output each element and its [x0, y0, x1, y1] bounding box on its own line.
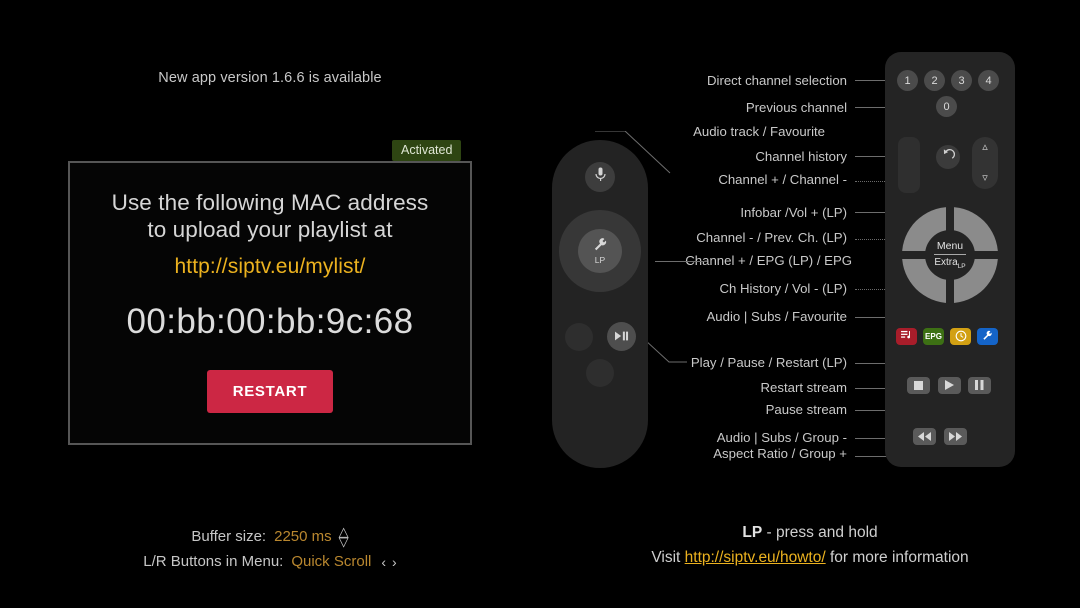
visit-prefix: Visit: [651, 549, 685, 566]
rewind-button[interactable]: [913, 428, 936, 445]
fast-forward-icon: [949, 428, 962, 446]
rewind-icon: [918, 428, 931, 446]
voice-remote-dpad[interactable]: LP: [559, 210, 641, 292]
buffer-size-stepper[interactable]: △ ▽: [339, 525, 349, 548]
menu-extra-button[interactable]: Menu ExtraLP: [925, 230, 975, 280]
leader-play-pause-restart-left: [645, 340, 687, 368]
pause-icon: [975, 377, 984, 395]
color-button-timer[interactable]: [950, 328, 971, 345]
tv-remote-body: 1 2 3 4 0 ▵ ▿ Menu ExtraLP EPG: [885, 52, 1015, 467]
buffer-size-row: Buffer size: 2250 ms △ ▽: [0, 524, 540, 549]
voice-remote-body: LP: [552, 140, 648, 468]
number-button-1[interactable]: 1: [897, 70, 918, 91]
chevron-left-icon[interactable]: ‹: [381, 554, 386, 570]
chevron-right-icon[interactable]: ›: [392, 554, 397, 570]
status-badge: Activated: [392, 140, 462, 161]
number-button-4[interactable]: 4: [978, 70, 999, 91]
microphone-button[interactable]: [585, 162, 615, 192]
voice-remote-center-button[interactable]: LP: [578, 229, 622, 273]
color-button-epg[interactable]: EPG: [923, 328, 944, 345]
fast-forward-button[interactable]: [944, 428, 967, 445]
wrench-icon: [593, 237, 608, 257]
mac-panel-heading-line2: to upload your playlist at: [147, 217, 393, 243]
visit-suffix: for more information: [825, 549, 969, 566]
lp-abbr: LP: [742, 524, 763, 541]
play-button[interactable]: [938, 377, 961, 394]
mac-panel-heading: Use the following MAC address to upload …: [112, 189, 429, 244]
chevron-up-icon[interactable]: ▵: [982, 142, 988, 153]
play-pause-icon: [614, 328, 629, 346]
mac-address-value: 00:bb:00:bb:9c:68: [126, 301, 414, 341]
howto-link[interactable]: http://siptv.eu/howto/: [685, 549, 826, 566]
back-arrow-icon: [942, 148, 955, 166]
voice-remote-center-lp-label: LP: [594, 255, 606, 265]
mac-panel-heading-line1: Use the following MAC address: [111, 190, 429, 215]
pause-button[interactable]: [968, 377, 991, 394]
wheel-extra-label: ExtraLP: [934, 257, 966, 270]
wheel-menu-label: Menu: [936, 240, 964, 252]
lp-legend: LP - press and hold: [540, 524, 1080, 542]
playlist-music-icon: [900, 330, 913, 343]
callout-previous-channel: Previous channel: [745, 100, 847, 115]
lr-buttons-label: L/R Buttons in Menu:: [143, 553, 284, 570]
lr-buttons-row: L/R Buttons in Menu: Quick Scroll ‹ ›: [0, 549, 540, 574]
update-notice: New app version 1.6.6 is available: [158, 70, 382, 86]
number-button-0[interactable]: 0: [936, 96, 957, 117]
buffer-size-value: 2250 ms: [274, 528, 332, 545]
chevron-down-icon[interactable]: ▽: [339, 534, 349, 548]
footer-section: LP - press and hold Visit http://siptv.e…: [540, 524, 1080, 567]
wrench-icon: [982, 330, 993, 343]
clock-icon: [955, 330, 967, 344]
number-button-3[interactable]: 3: [951, 70, 972, 91]
settings-section: Buffer size: 2250 ms △ ▽ L/R Buttons in …: [0, 524, 540, 574]
buffer-size-label: Buffer size:: [191, 528, 267, 545]
leader-channel-plus-epg: [655, 261, 705, 262]
channel-updown-rocker[interactable]: ▵ ▿: [972, 137, 998, 189]
number-button-2[interactable]: 2: [924, 70, 945, 91]
stop-icon: [914, 377, 923, 395]
lr-buttons-stepper[interactable]: ‹ ›: [381, 554, 396, 570]
color-button-settings[interactable]: [977, 328, 998, 345]
voice-remote-left-button[interactable]: [565, 323, 593, 351]
channel-history-button[interactable]: [936, 145, 960, 169]
chevron-down-icon[interactable]: ▿: [982, 173, 988, 184]
navigation-wheel[interactable]: Menu ExtraLP: [902, 207, 998, 303]
wheel-divider: [934, 254, 966, 255]
play-icon: [945, 377, 954, 395]
color-button-playlist[interactable]: [896, 328, 917, 345]
voice-remote-play-pause-button[interactable]: [607, 322, 636, 351]
lp-description: - press and hold: [762, 524, 878, 541]
mute-pill-button[interactable]: [898, 137, 920, 193]
howto-line: Visit http://siptv.eu/howto/ for more in…: [540, 549, 1080, 567]
mac-address-panel: Use the following MAC address to upload …: [68, 161, 472, 445]
lr-buttons-value: Quick Scroll: [291, 553, 372, 570]
stop-button[interactable]: [907, 377, 930, 394]
voice-remote-bottom-button[interactable]: [586, 359, 614, 387]
microphone-icon: [594, 167, 606, 187]
callout-direct-channel-selection: Direct channel selection: [706, 73, 847, 88]
mylist-url-link[interactable]: http://siptv.eu/mylist/: [175, 255, 366, 279]
restart-button[interactable]: RESTART: [206, 369, 334, 413]
